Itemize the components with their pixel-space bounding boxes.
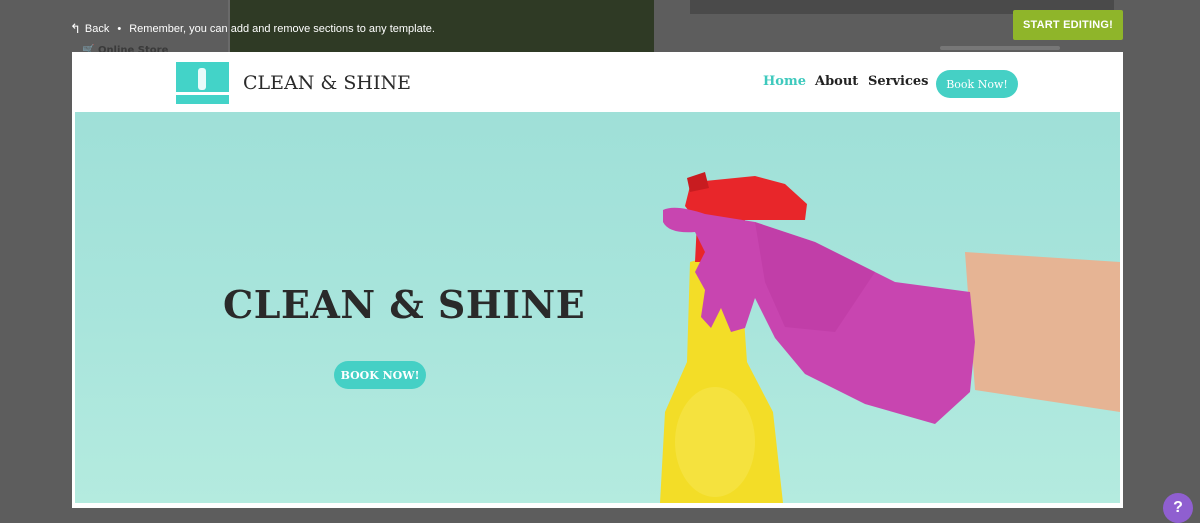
logo-band: [176, 92, 229, 95]
site-logo[interactable]: [176, 62, 229, 104]
arm: [965, 252, 1120, 412]
book-now-nav-button[interactable]: Book Now!: [936, 70, 1018, 98]
bottle-highlight: [675, 387, 755, 497]
nav-about[interactable]: About: [815, 74, 858, 89]
hero-title: CLEAN & SHINE: [223, 282, 586, 327]
back-link[interactable]: ↰ Back • Remember, you can add and remov…: [70, 21, 435, 37]
separator: •: [117, 23, 122, 35]
hero-book-now-button[interactable]: BOOK NOW!: [334, 361, 426, 389]
template-preview: CLEAN & SHINE Home About Services Book N…: [72, 52, 1123, 508]
cleaner-figure-icon: [198, 68, 206, 90]
nav-services[interactable]: Services: [868, 74, 929, 89]
start-editing-button[interactable]: START EDITING!: [1013, 10, 1123, 40]
nav-home[interactable]: Home: [763, 74, 806, 89]
template-notice: Remember, you can add and remove section…: [129, 23, 435, 35]
overlay-topbar: ↰ Back • Remember, you can add and remov…: [0, 0, 1200, 52]
site-header: CLEAN & SHINE Home About Services Book N…: [72, 52, 1123, 112]
help-button[interactable]: ?: [1163, 493, 1193, 523]
spray-bottle-glove-image: [660, 172, 1120, 503]
back-label: Back: [84, 23, 110, 35]
hero-section: CLEAN & SHINE BOOK NOW!: [75, 112, 1120, 503]
back-arrow-icon: ↰: [70, 21, 81, 36]
site-title[interactable]: CLEAN & SHINE: [243, 72, 411, 94]
